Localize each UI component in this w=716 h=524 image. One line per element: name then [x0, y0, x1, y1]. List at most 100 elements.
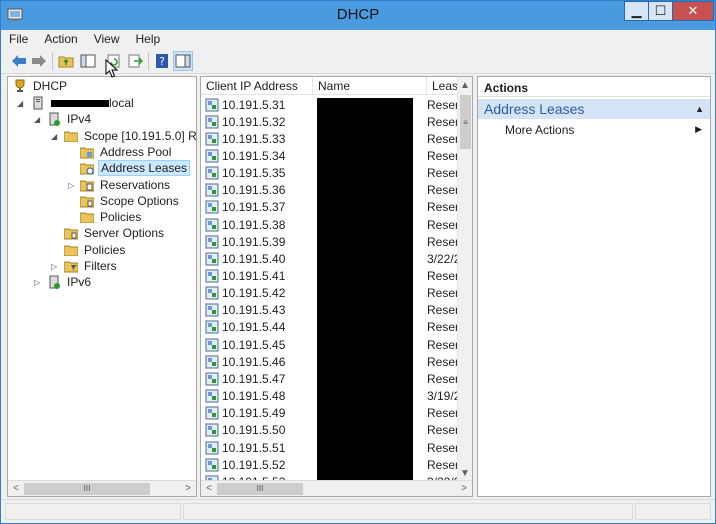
lease-entry-icon [205, 320, 219, 334]
lease-cell: Reserv [427, 148, 459, 163]
scroll-left-icon[interactable]: < [8, 481, 24, 497]
lease-cell: Reserv [427, 440, 459, 455]
column-header-name[interactable]: Name [313, 77, 427, 94]
minimize-button[interactable]: ▁ [624, 1, 648, 21]
scroll-right-icon[interactable]: > [180, 481, 196, 497]
tree-label: IPv6 [67, 275, 92, 289]
collapse-arrow-icon[interactable]: ◢ [34, 115, 43, 124]
lease-cell: Reserv [427, 337, 459, 352]
menu-action[interactable]: Action [36, 32, 85, 46]
status-bar [1, 499, 715, 523]
server-name-suffix: local [109, 96, 134, 110]
client-ip-text: 10.191.5.34 [222, 148, 286, 163]
menu-help[interactable]: Help [128, 32, 169, 46]
client-ip-text: 10.191.5.49 [222, 406, 286, 421]
collapse-up-icon[interactable]: ▲ [695, 104, 704, 114]
forward-arrow-icon[interactable] [29, 51, 49, 71]
lease-entry-icon [205, 355, 219, 369]
tree-label: Server Options [84, 226, 165, 240]
expand-arrow-icon[interactable]: ▷ [34, 278, 43, 287]
ipv4-icon [46, 111, 62, 127]
lease-cell: Reserv [427, 457, 459, 472]
mouse-cursor-icon [105, 58, 119, 82]
help-icon[interactable]: ? [152, 51, 172, 71]
export-list-icon[interactable] [125, 51, 145, 71]
client-ip-cell: 10.191.5.33 [201, 132, 313, 146]
scope-options-icon [79, 193, 95, 209]
menu-view[interactable]: View [86, 32, 128, 46]
submenu-arrow-icon[interactable]: ▶ [695, 124, 702, 135]
redacted-server-name [51, 100, 109, 108]
client-ip-text: 10.191.5.38 [222, 217, 286, 232]
lease-cell: Reserv [427, 371, 459, 386]
actions-pane: Actions Address Leases ▲ More Actions ▶ [477, 76, 711, 497]
lease-entry-icon [205, 406, 219, 420]
tree-item-address-leases[interactable]: Address Leases [79, 160, 191, 176]
actions-section-address-leases[interactable]: Address Leases ▲ [478, 99, 710, 119]
server-options-icon [63, 225, 79, 241]
address-pool-icon [79, 144, 95, 160]
maximize-button[interactable]: ☐ [648, 1, 672, 21]
tree-label-server: local [49, 96, 136, 110]
tree-item-policies[interactable]: Policies [63, 242, 127, 258]
tree-item-server-options[interactable]: Server Options [63, 225, 166, 241]
redacted-name-column [317, 98, 413, 482]
tree-item-scope[interactable]: Scope [10.191.5.0] Retail [63, 128, 196, 144]
scroll-left-icon[interactable]: < [201, 481, 217, 497]
tree-item-ipv4[interactable]: IPv4 [46, 111, 93, 127]
client-ip-cell: 10.191.5.43 [201, 303, 313, 317]
client-ip-cell: 10.191.5.35 [201, 166, 313, 180]
tree-label: Policies [84, 243, 126, 257]
scroll-right-icon[interactable]: > [456, 481, 472, 497]
filter-icon [63, 258, 79, 274]
lease-cell: Reserv [427, 217, 459, 232]
lease-entry-icon [205, 218, 219, 232]
tree-item-dhcp[interactable]: DHCP [12, 78, 69, 94]
tree-horizontal-scrollbar[interactable]: < III > [8, 480, 196, 496]
lease-cell: Reserv [427, 320, 459, 335]
lease-entry-icon [205, 115, 219, 129]
up-folder-icon[interactable] [56, 51, 76, 71]
lease-entry-icon [205, 98, 219, 111]
tree-item-filters[interactable]: Filters [63, 258, 119, 274]
scroll-up-icon[interactable]: ▲ [458, 77, 472, 93]
tree-item-address-pool[interactable]: Address Pool [79, 144, 173, 160]
address-leases-list-pane[interactable]: Client IP Address Name Lease 10.191.5.31… [200, 76, 473, 497]
expand-arrow-icon[interactable]: ▷ [68, 181, 77, 190]
client-ip-cell: 10.191.5.40 [201, 252, 313, 266]
menu-bar: File Action View Help [1, 30, 715, 48]
show-hide-action-pane-icon[interactable] [173, 51, 193, 71]
title-bar[interactable]: DHCP ▁ ☐ ✕ [1, 1, 715, 30]
expand-arrow-icon[interactable]: ▷ [51, 262, 60, 271]
collapse-arrow-icon[interactable]: ◢ [17, 99, 26, 108]
console-tree-pane[interactable]: DHCP ◢ local ◢ IPv4 ◢ Scope [10.191.5.0]… [7, 76, 197, 497]
menu-file[interactable]: File [1, 32, 36, 46]
client-ip-cell: 10.191.5.32 [201, 115, 313, 129]
scroll-down-icon[interactable]: ▼ [458, 465, 472, 481]
tree-item-server[interactable]: local [30, 95, 136, 111]
column-header-lease[interactable]: Lease [427, 77, 459, 94]
tree-item-scope-options[interactable]: Scope Options [79, 193, 181, 209]
list-header: Client IP Address Name Lease [201, 77, 459, 95]
scroll-thumb[interactable]: ≡ [460, 95, 471, 149]
client-ip-text: 10.191.5.37 [222, 200, 286, 215]
back-arrow-icon[interactable] [9, 51, 29, 71]
tree-label: Filters [84, 259, 117, 273]
tree-item-ipv6[interactable]: IPv6 [46, 274, 93, 290]
tree-item-scope-policies[interactable]: Policies [79, 209, 143, 225]
scroll-thumb[interactable]: III [24, 482, 150, 495]
tree-item-reservations[interactable]: Reservations [79, 177, 172, 193]
lease-entry-icon [205, 235, 219, 249]
status-cell [5, 503, 181, 520]
show-hide-console-tree-icon[interactable] [78, 51, 98, 71]
address-leases-icon [79, 160, 95, 176]
actions-header: Actions [478, 77, 710, 97]
collapse-arrow-icon[interactable]: ◢ [51, 132, 60, 141]
list-vertical-scrollbar[interactable]: ▲ ≡ ▼ [457, 77, 472, 481]
close-button[interactable]: ✕ [672, 1, 714, 21]
more-actions-link[interactable]: More Actions [505, 123, 574, 137]
list-horizontal-scrollbar[interactable]: < III > [201, 480, 472, 496]
policies-folder-icon [79, 209, 95, 225]
column-header-client-ip[interactable]: Client IP Address [201, 77, 313, 94]
scroll-thumb[interactable]: III [217, 482, 303, 495]
